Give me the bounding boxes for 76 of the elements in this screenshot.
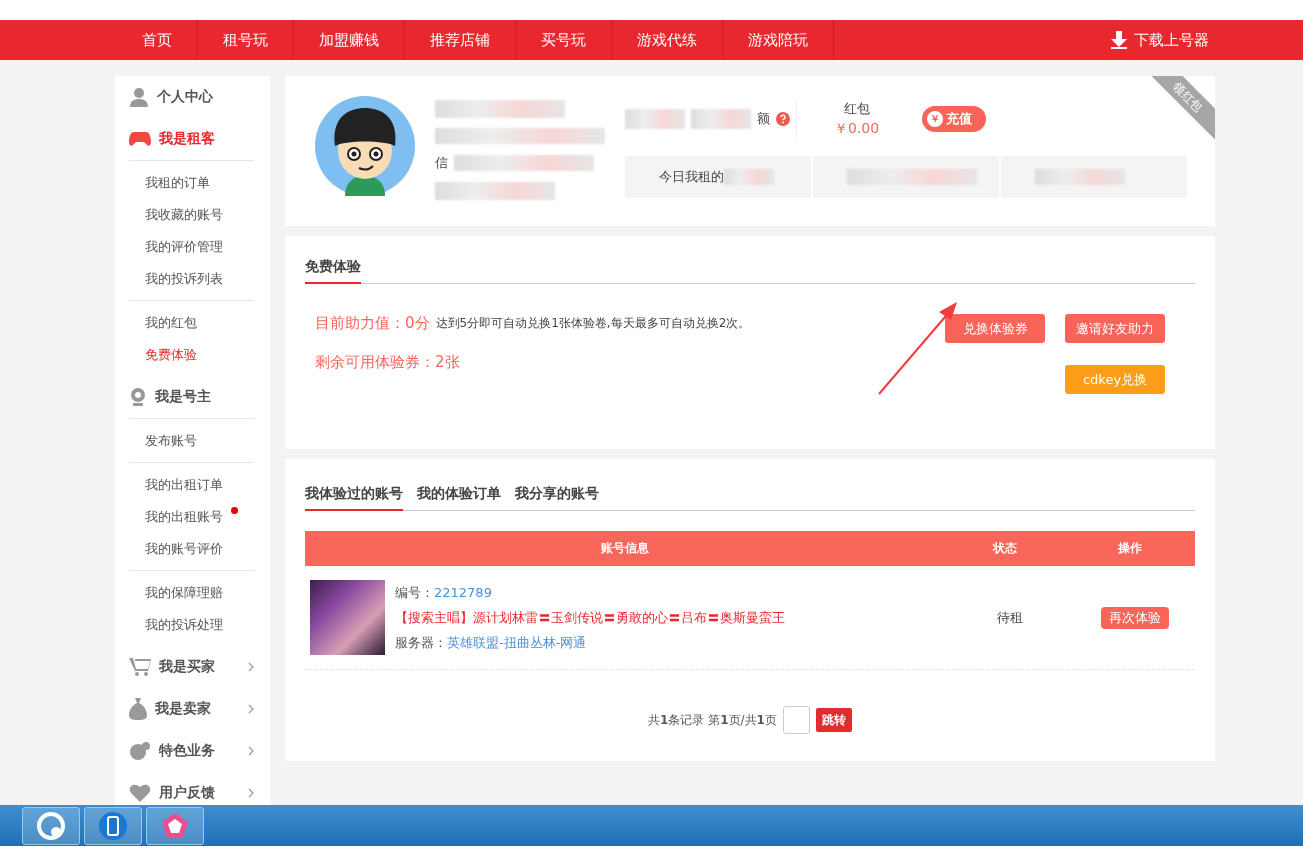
sidebar-item[interactable]: 我的投诉列表 [129, 263, 254, 295]
chevron-right-icon [248, 662, 254, 672]
blurred-text [691, 109, 751, 129]
sidebar-item[interactable]: 免费体验 [129, 339, 254, 371]
phone-taskbar-icon[interactable] [84, 807, 142, 845]
browser-taskbar-icon[interactable] [22, 807, 80, 845]
nav-link[interactable]: 买号玩 [516, 20, 612, 60]
sidebar-group-title: 我是租客 [159, 130, 215, 148]
sidebar-item[interactable]: 我的账号评价 [129, 533, 254, 565]
sidebar-item[interactable]: 我的出租订单 [129, 469, 254, 501]
sidebar-item[interactable]: 我的投诉处理 [129, 609, 254, 641]
nav-link[interactable]: 加盟赚钱 [294, 20, 405, 60]
redpacket-amount: ￥0.00 [833, 120, 880, 138]
sidebar-group-header[interactable]: 我是租客 [129, 118, 254, 160]
sidebar-item[interactable]: 我的保障理赔 [129, 577, 254, 609]
user-icon [129, 87, 149, 107]
section-tab[interactable]: 我的体验订单 [417, 485, 501, 511]
nav-link[interactable]: 推荐店铺 [405, 20, 516, 60]
pagination-summary: 共1条记录 第1页/共1页 [648, 711, 777, 729]
sidebar-group-header[interactable]: 特色业务 [129, 730, 254, 772]
sidebar-item[interactable]: 发布账号 [129, 425, 254, 457]
help-icon[interactable] [776, 112, 790, 126]
nav-link[interactable]: 游戏代练 [612, 20, 723, 60]
heart-icon [129, 784, 151, 802]
gamepad-icon [129, 131, 151, 147]
assist-note: 达到5分即可自动兑换1张体验卷,每天最多可自动兑换2次。 [435, 315, 751, 332]
redpacket-label: 红包 [843, 100, 870, 118]
page-input[interactable] [782, 706, 810, 734]
sidebar-item[interactable]: 我租的订单 [129, 167, 254, 199]
jump-button[interactable]: 跳转 [815, 708, 852, 732]
assist-value: 目前助力值：0分 [315, 314, 430, 333]
section-tab[interactable]: 免费体验 [305, 258, 361, 284]
chevron-right-icon [248, 746, 254, 756]
balance-label: 额 [757, 110, 770, 128]
column-header: 账号信息 [600, 540, 650, 557]
sidebar-group-title: 我是卖家 [155, 700, 211, 718]
nav-link[interactable]: 租号玩 [198, 20, 294, 60]
sidebar-item[interactable]: 我的出租账号 [129, 501, 254, 533]
sidebar-item[interactable]: 我的红包 [129, 307, 254, 339]
nav-link[interactable]: 首页 [117, 20, 198, 60]
sidebar-group-title: 用户反馈 [159, 784, 215, 802]
account-title: 【搜索主唱】源计划林雷〓玉剑传说〓勇敢的心〓吕布〓奥斯曼蛮王 [395, 609, 785, 627]
sidebar-group-header[interactable]: 我是号主 [129, 376, 254, 418]
remaining-vouchers: 剩余可用体验券：2张 [315, 353, 461, 372]
sidebar-group-title: 个人中心 [157, 88, 213, 106]
sidebar-group-header[interactable]: 个人中心 [129, 76, 254, 118]
id-label: 编号： [395, 585, 434, 600]
section-tab[interactable]: 我体验过的账号 [305, 485, 403, 511]
money-bag-icon [129, 698, 147, 720]
section-tab[interactable]: 我分享的账号 [515, 485, 599, 511]
sidebar-group-header[interactable]: 我是卖家 [129, 688, 254, 730]
pentagon-taskbar-icon[interactable] [146, 807, 204, 845]
sidebar-group-header[interactable]: 用户反馈 [129, 772, 254, 805]
chevron-right-icon [248, 704, 254, 714]
sidebar-group-header[interactable]: 我是买家 [129, 646, 254, 688]
sidebar-group-title: 特色业务 [159, 742, 215, 760]
sidebar-group-title: 我是买家 [159, 658, 215, 676]
status-text: 待租 [996, 608, 1024, 627]
server-label: 服务器： [395, 635, 447, 650]
sidebar-item[interactable]: 我的评价管理 [129, 231, 254, 263]
download-icon [1110, 31, 1128, 49]
badge-icon [129, 741, 151, 761]
server-link[interactable]: 英雄联盟-扭曲丛林-网通 [447, 635, 587, 650]
download-link[interactable]: 下载上号器 [1110, 20, 1209, 60]
webcam-icon [129, 387, 147, 407]
blurred-text [625, 109, 685, 129]
credit-label: 信 [435, 154, 448, 172]
sidebar-group-title: 我是号主 [155, 388, 211, 406]
column-header: 状态 [991, 540, 1018, 557]
column-header: 操作 [1117, 540, 1143, 557]
blurred-text [724, 169, 774, 185]
chevron-right-icon [248, 788, 254, 798]
sidebar-item[interactable]: 我收藏的账号 [129, 199, 254, 231]
cart-icon [129, 657, 151, 677]
stat-panel: 今日我租的 [625, 156, 811, 198]
nav-link[interactable]: 游戏陪玩 [723, 20, 834, 60]
